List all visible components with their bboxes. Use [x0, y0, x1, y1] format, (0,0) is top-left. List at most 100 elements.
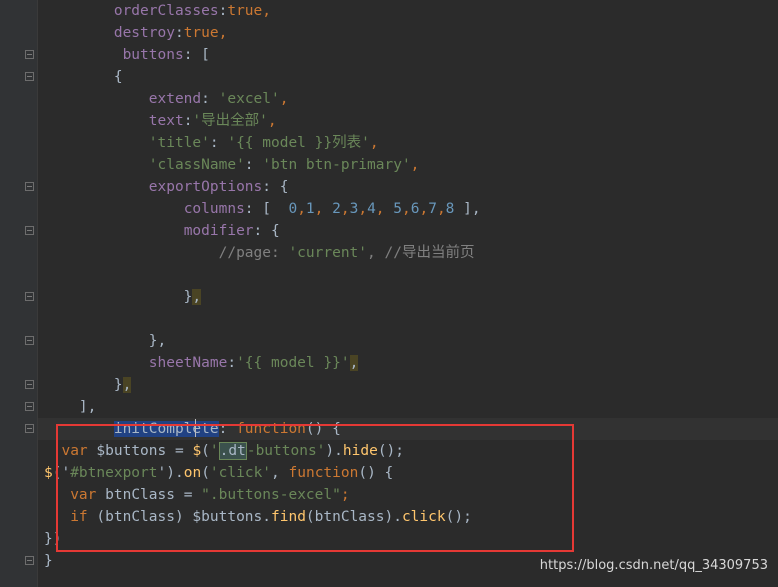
code-token: '{{ model }}列表': [227, 135, 370, 151]
code-token: }: [44, 289, 193, 305]
code-token: ],: [44, 399, 97, 415]
code-token: {: [44, 69, 123, 85]
code-token: ,: [262, 3, 271, 19]
code-token: : {: [262, 179, 289, 195]
code-token: true: [227, 3, 263, 19]
code-token: '{{ model }}': [236, 355, 350, 371]
code-token: ,: [314, 201, 333, 217]
code-token: 'title': [148, 135, 210, 151]
code-token: ,: [192, 289, 202, 305]
code-token: 'excel': [218, 91, 280, 107]
code-line[interactable]: }: [44, 550, 53, 572]
code-token: text: [148, 113, 184, 129]
code-token: '导出全部': [192, 113, 268, 129]
code-token: : [: [183, 47, 210, 63]
code-token: sheetName: [148, 355, 228, 371]
code-token: ,: [358, 201, 368, 217]
code-token: },: [44, 333, 167, 349]
code-line[interactable]: ],: [44, 396, 96, 418]
code-token: modifier: [183, 223, 254, 239]
code-line[interactable]: columns: [ 0,1, 2,3,4, 5,6,7,8 ],: [44, 198, 481, 220]
code-token: extend: [148, 91, 202, 107]
fold-marker-icon[interactable]: [25, 402, 34, 411]
code-token: orderClasses: [113, 3, 219, 19]
fold-marker-icon[interactable]: [25, 424, 34, 433]
fold-marker-icon[interactable]: [25, 226, 34, 235]
annotation-red-box: [56, 424, 574, 552]
fold-marker-icon[interactable]: [25, 292, 34, 301]
code-line[interactable]: orderClasses:true,: [44, 0, 271, 22]
code-token: 'btn btn-primary': [262, 157, 411, 173]
code-token: buttons: [122, 47, 184, 63]
code-token: ,: [218, 25, 228, 41]
code-token: ,: [369, 135, 379, 151]
code-token: 2: [332, 201, 341, 217]
code-line[interactable]: modifier: {: [44, 220, 280, 242]
code-token: ,: [122, 377, 132, 393]
code-token: ,: [410, 157, 420, 173]
code-line[interactable]: destroy:true,: [44, 22, 228, 44]
fold-marker-icon[interactable]: [25, 556, 34, 565]
code-token: :: [227, 355, 237, 371]
code-token: :: [174, 25, 184, 41]
code-token: : {: [253, 223, 280, 239]
code-token: ,: [436, 201, 446, 217]
code-token: :: [201, 91, 219, 107]
code-token: ,: [419, 201, 429, 217]
code-token: ,: [297, 201, 306, 217]
code-line[interactable]: {: [44, 66, 123, 88]
code-line[interactable]: sheetName:'{{ model }}',: [44, 352, 359, 374]
code-token: ,: [375, 201, 394, 217]
code-token: 7: [428, 201, 437, 217]
code-token: ,: [349, 355, 359, 371]
code-line[interactable]: 'title': '{{ model }}列表',: [44, 132, 379, 154]
code-token: 1: [305, 201, 315, 217]
watermark: https://blog.csdn.net/qq_34309753: [539, 558, 768, 573]
code-token: true: [183, 25, 219, 41]
code-line[interactable]: },: [44, 330, 166, 352]
code-line[interactable]: extend: 'excel',: [44, 88, 289, 110]
code-token: $: [44, 465, 53, 481]
code-line[interactable]: 'className': 'btn btn-primary',: [44, 154, 420, 176]
fold-marker-icon[interactable]: [25, 50, 34, 59]
code-token: :: [209, 135, 228, 151]
code-line[interactable]: text:'导出全部',: [44, 110, 277, 132]
fold-marker-icon[interactable]: [25, 336, 34, 345]
code-line[interactable]: //page: 'current', //导出当前页: [44, 242, 475, 264]
code-token: //page:: [218, 245, 289, 261]
code-line[interactable]: },: [44, 374, 132, 396]
code-token: , //导出当前页: [367, 245, 475, 261]
code-token: 'current': [288, 245, 368, 261]
code-token: ,: [279, 91, 289, 107]
code-token: ],: [454, 201, 481, 217]
code-token: }: [44, 377, 123, 393]
fold-marker-icon[interactable]: [25, 72, 34, 81]
code-token: ,: [267, 113, 277, 129]
code-line[interactable]: },: [44, 286, 202, 308]
code-line[interactable]: exportOptions: {: [44, 176, 289, 198]
code-token: :: [244, 157, 263, 173]
code-token: exportOptions: [148, 179, 263, 195]
gutter-divider: [37, 0, 38, 587]
fold-marker-icon[interactable]: [25, 182, 34, 191]
code-token: ,: [402, 201, 411, 217]
code-token: 4: [367, 201, 376, 217]
code-token: : [: [244, 201, 289, 217]
code-token: ,: [340, 201, 350, 217]
fold-marker-icon[interactable]: [25, 380, 34, 389]
code-token: }: [44, 553, 53, 569]
code-line[interactable]: buttons: [: [44, 44, 210, 66]
code-token: 5: [393, 201, 402, 217]
